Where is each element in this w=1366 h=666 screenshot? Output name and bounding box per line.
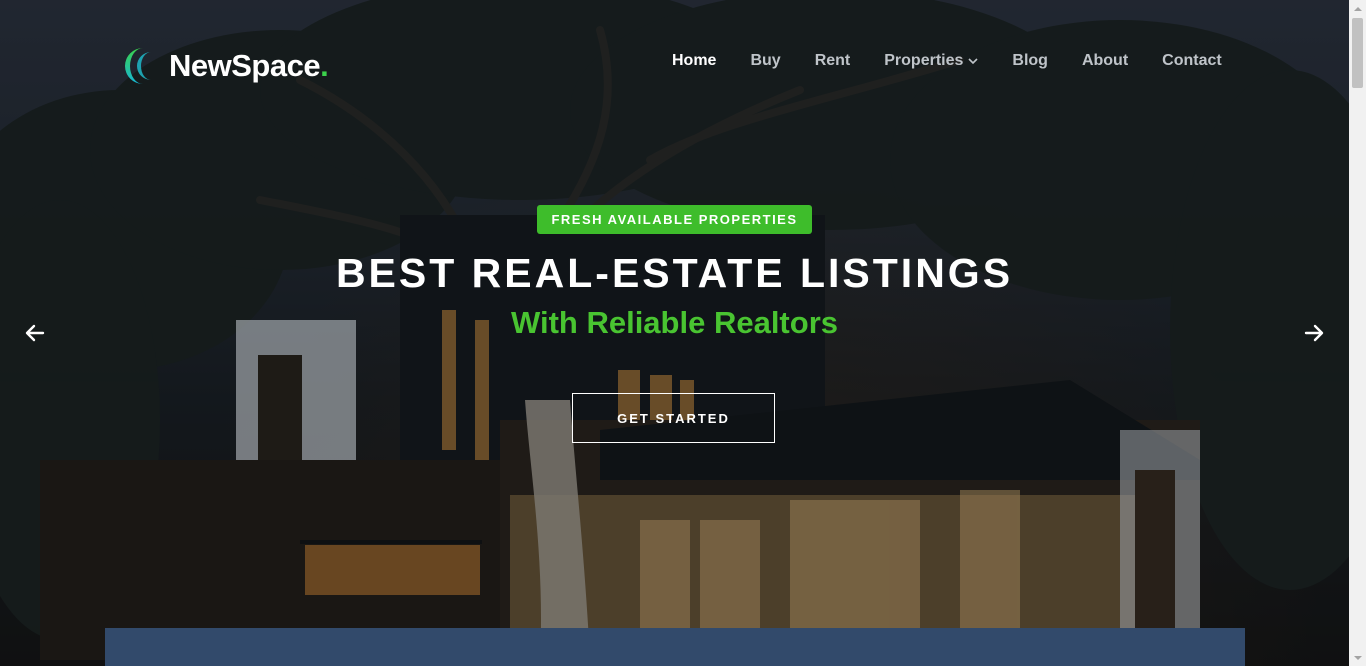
logo-icon [125, 48, 151, 84]
nav-rent-label: Rent [814, 52, 851, 69]
nav-about[interactable]: About [1082, 52, 1128, 70]
scroll-up-button[interactable] [1349, 0, 1366, 17]
scroll-down-button[interactable] [1349, 649, 1366, 666]
scroll-up-icon [1353, 6, 1362, 11]
nav-blog-label: Blog [1012, 52, 1048, 69]
arrow-left-icon [25, 324, 45, 342]
main-menu: Home Buy Rent Properties Blog About Cont… [672, 52, 1256, 70]
brand-name: NewSpace [169, 48, 321, 83]
nav-rent[interactable]: Rent [815, 52, 851, 70]
nav-contact-label: Contact [1162, 52, 1222, 69]
scroll-thumb[interactable] [1352, 18, 1363, 88]
arrow-right-icon [1304, 324, 1324, 342]
nav-about-label: About [1081, 52, 1129, 69]
carousel-next-button[interactable] [1301, 320, 1327, 346]
nav-contact[interactable]: Contact [1162, 52, 1222, 70]
page-scrollbar[interactable] [1349, 0, 1366, 666]
hero-title: BEST REAL-ESTATE LISTINGS [335, 250, 1014, 296]
scroll-down-icon [1353, 655, 1362, 660]
nav-properties-label: Properties [884, 52, 964, 69]
nav-home[interactable]: Home [672, 52, 716, 70]
property-search-panel [105, 628, 1245, 666]
nav-home-label: Home [672, 52, 717, 69]
navbar: NewSpace. Home Buy Rent Properties Blog … [0, 0, 1349, 130]
chevron-down-icon [968, 58, 978, 65]
hero-badge: FRESH AVAILABLE PROPERTIES [537, 205, 812, 234]
carousel-prev-button[interactable] [22, 320, 48, 346]
nav-buy-label: Buy [750, 52, 781, 69]
get-started-button[interactable]: GET STARTED [572, 393, 775, 443]
nav-properties[interactable]: Properties [884, 52, 978, 70]
nav-buy[interactable]: Buy [750, 52, 780, 70]
brand-dot: . [320, 48, 329, 83]
hero-subtitle: With Reliable Realtors [510, 305, 838, 340]
brand-logo[interactable]: NewSpace. [123, 46, 329, 86]
nav-blog[interactable]: Blog [1012, 52, 1048, 70]
